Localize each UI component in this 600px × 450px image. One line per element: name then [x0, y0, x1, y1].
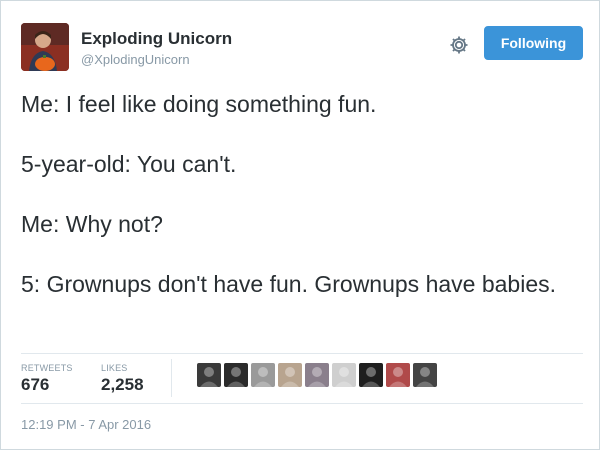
- likes-label: LIKES: [101, 363, 128, 373]
- liker-avatar-2[interactable]: [224, 363, 248, 387]
- author-handle[interactable]: @XplodingUnicorn: [81, 52, 190, 67]
- likes-count[interactable]: 2,258: [101, 375, 144, 395]
- liker-avatar-4[interactable]: [278, 363, 302, 387]
- tweet-line: 5: Grownups don't have fun. Grownups hav…: [21, 271, 556, 297]
- liker-avatar-5[interactable]: [305, 363, 329, 387]
- liker-avatar-6[interactable]: [332, 363, 356, 387]
- stats-top-divider: [21, 353, 583, 354]
- liker-avatars: [197, 363, 440, 389]
- gear-icon[interactable]: [448, 34, 470, 56]
- user-avatar-icon: [21, 23, 69, 71]
- tweet-card: Exploding Unicorn @XplodingUnicorn Follo…: [0, 0, 600, 450]
- tweet-line: 5-year-old: You can't.: [21, 151, 237, 177]
- author-avatar[interactable]: [21, 23, 69, 71]
- tweet-timestamp[interactable]: 12:19 PM - 7 Apr 2016: [21, 417, 151, 432]
- author-name[interactable]: Exploding Unicorn: [81, 29, 232, 49]
- liker-avatar-9[interactable]: [413, 363, 437, 387]
- stats-separator: [171, 359, 172, 397]
- liker-avatar-3[interactable]: [251, 363, 275, 387]
- tweet-line: Me: Why not?: [21, 211, 163, 237]
- retweets-label: RETWEETS: [21, 363, 73, 373]
- following-button[interactable]: Following: [484, 26, 583, 60]
- liker-avatar-1[interactable]: [197, 363, 221, 387]
- tweet-text: Me: I feel like doing something fun. 5-y…: [21, 89, 566, 299]
- tweet-line: Me: I feel like doing something fun.: [21, 91, 377, 117]
- liker-avatar-7[interactable]: [359, 363, 383, 387]
- stats-bottom-divider: [21, 403, 583, 404]
- liker-avatar-8[interactable]: [386, 363, 410, 387]
- retweets-count[interactable]: 676: [21, 375, 49, 395]
